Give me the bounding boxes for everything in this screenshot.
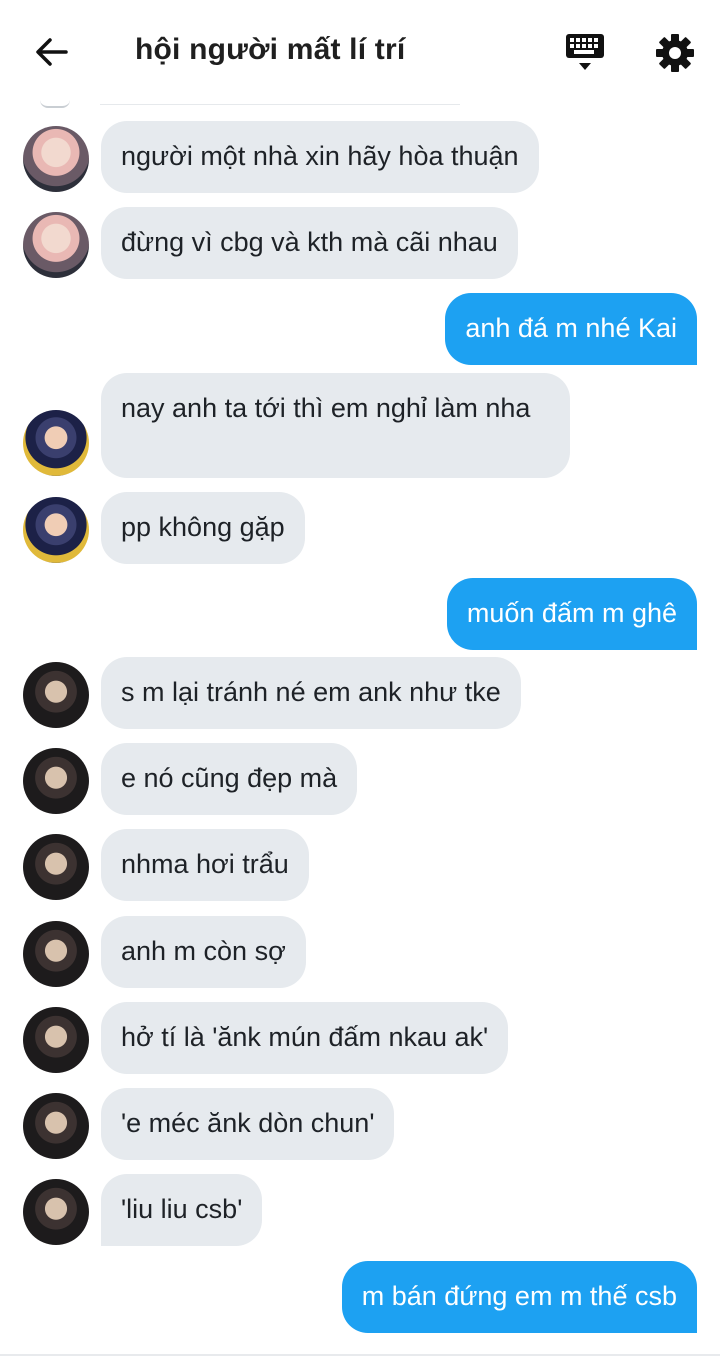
avatar-peek [40,100,70,108]
back-button[interactable] [30,30,74,74]
conversation-title: hội người mất lí trí [135,33,406,66]
message-bubble[interactable]: pp không gặp [101,492,305,564]
avatar[interactable] [23,921,89,987]
avatar[interactable] [23,748,89,814]
avatar[interactable] [23,1007,89,1073]
avatar[interactable] [23,1179,89,1245]
avatar[interactable] [23,1093,89,1159]
divider [100,104,460,105]
message-bubble[interactable]: người một nhà xin hãy hòa thuận [101,121,539,193]
arrow-left-icon [36,38,68,66]
avatar[interactable] [23,662,89,728]
avatar[interactable] [23,497,89,563]
settings-button[interactable] [652,30,698,76]
message-bubble[interactable]: e nó cũng đẹp mà [101,743,358,815]
message-bubble[interactable]: anh m còn sợ [101,916,306,988]
message-bubble[interactable]: 'liu liu csb' [101,1174,263,1246]
message-bubble[interactable]: nay anh ta tới thì em nghỉ làm nha [101,373,570,478]
avatar[interactable] [23,212,89,278]
avatar[interactable] [23,126,89,192]
keyboard-button[interactable] [562,30,608,76]
message-bubble[interactable]: nhma hơi trẩu [101,829,309,901]
gear-icon [656,34,694,72]
avatar[interactable] [23,410,89,476]
message-bubble[interactable]: 'e méc ănk dòn chun' [101,1088,395,1160]
avatar[interactable] [23,834,89,900]
message-bubble[interactable]: đừng vì cbg và kth mà cãi nhau [101,207,518,279]
message-bubble[interactable]: s m lại tránh né em ank như tke [101,657,521,729]
chat-header: hội người mất lí trí [0,0,720,104]
message-bubble[interactable]: muốn đấm m ghê [446,578,697,650]
message-bubble[interactable]: hở tí là 'ănk mún đấm nkau ak' [101,1002,509,1074]
keyboard-icon [566,34,604,70]
message-bubble[interactable]: anh đá m nhé Kai [445,293,697,365]
message-bubble[interactable]: m bán đứng em m thế csb [341,1261,697,1333]
